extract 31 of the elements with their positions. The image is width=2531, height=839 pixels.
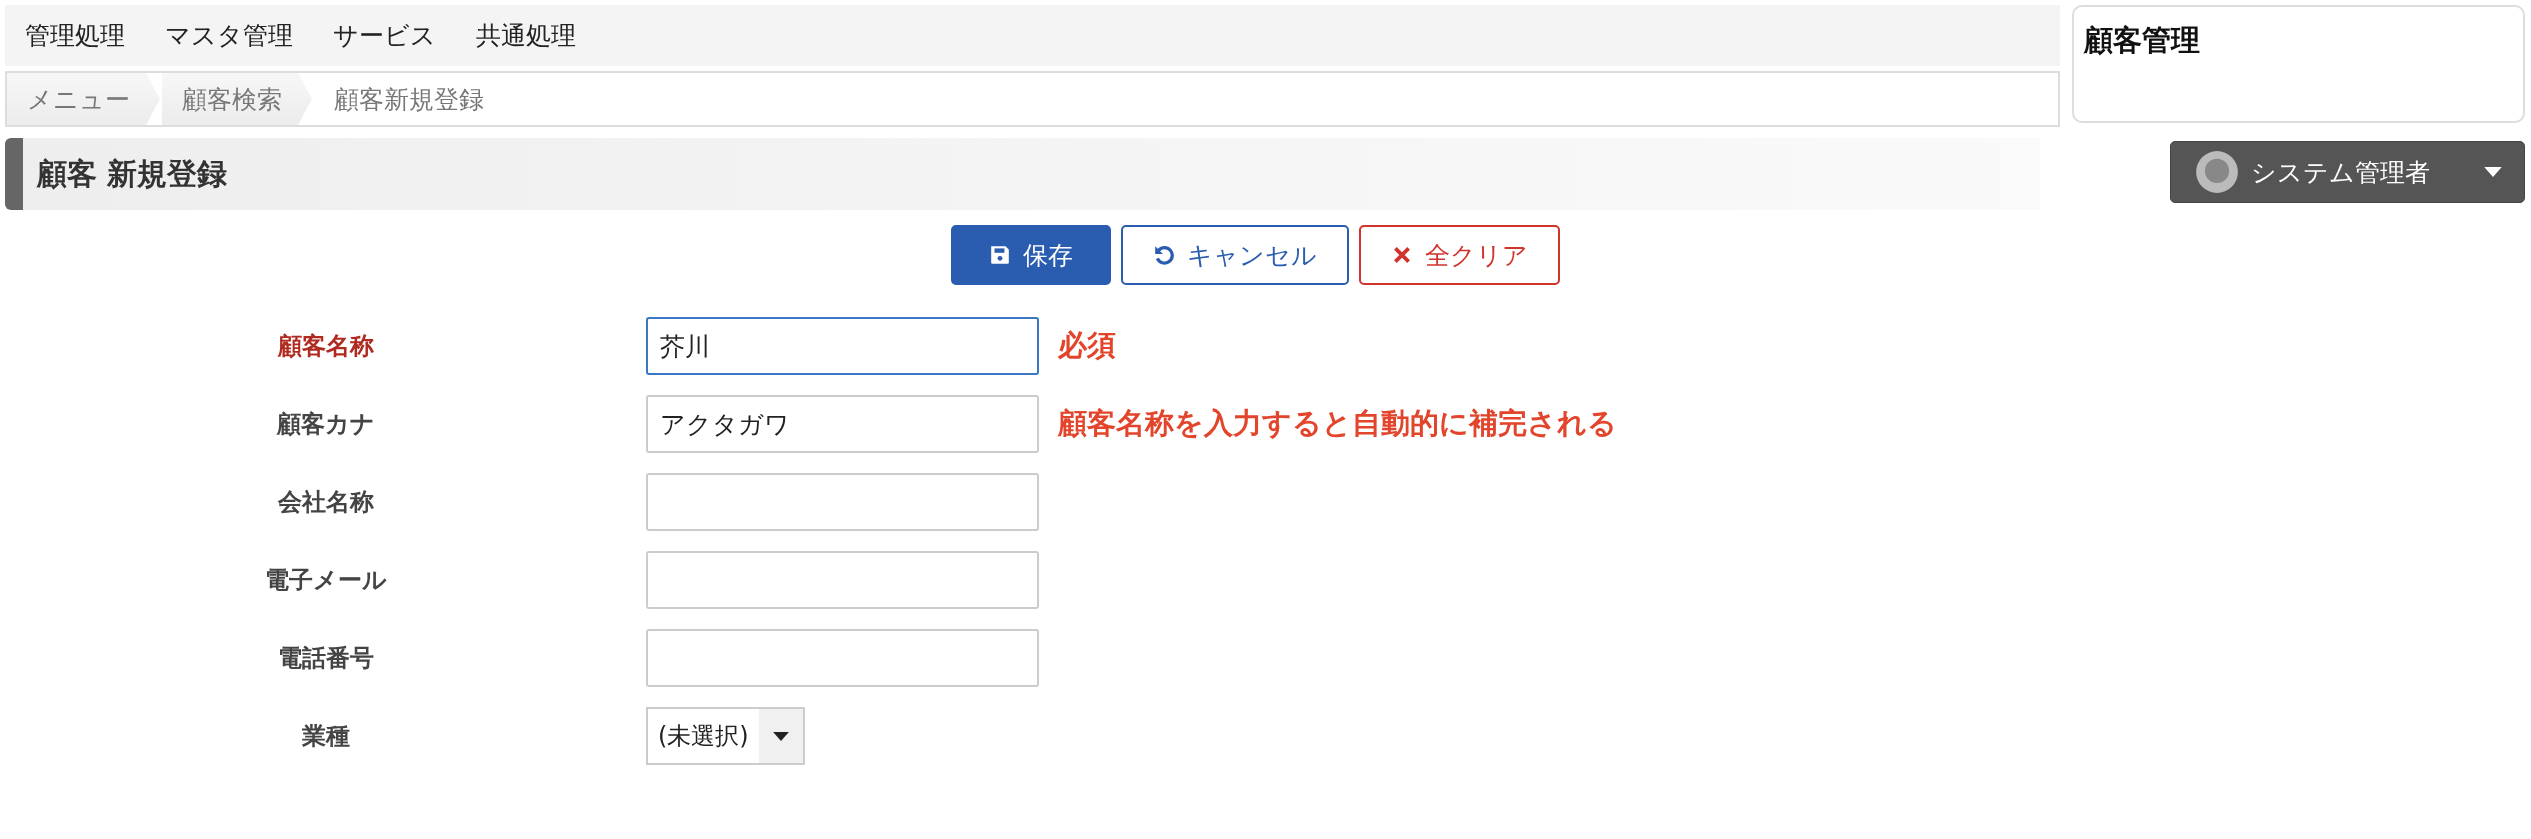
menu-item[interactable]: サービス <box>333 19 436 52</box>
user-menu-button[interactable]: システム管理者 <box>2170 141 2525 203</box>
menu-item[interactable]: 管理処理 <box>25 19 125 52</box>
hint-text: 顧客名称を入力すると自動的に補完される <box>1058 405 1618 442</box>
undo-icon <box>1152 244 1175 266</box>
panel-title: 顧客管理 <box>2084 23 2200 57</box>
field-label: 電子メール <box>263 565 388 596</box>
avatar-icon <box>2195 150 2239 194</box>
menu-item[interactable]: 共通処理 <box>476 19 576 52</box>
field-label: 顧客カナ <box>275 409 376 440</box>
breadcrumb-item[interactable]: 顧客検索 <box>162 73 312 125</box>
input-field[interactable]: アクタガワ <box>646 395 1039 453</box>
caret-icon <box>773 731 789 741</box>
cancel-button[interactable]: キャンセル <box>1120 225 1349 285</box>
save-button[interactable]: 保存 <box>950 225 1111 285</box>
field-label: 業種 <box>300 721 351 752</box>
field-label: 顧客名称 <box>276 331 375 362</box>
input-field[interactable] <box>646 473 1039 531</box>
page-title: 顧客 新規登録 <box>37 154 228 193</box>
input-field[interactable]: 芥川 <box>646 317 1039 375</box>
hint-text: 必須 <box>1058 327 1117 364</box>
breadcrumb-item: 顧客新規登録 <box>333 83 485 116</box>
clear-button[interactable]: 全クリア <box>1358 225 1560 285</box>
caret-icon <box>2484 167 2502 177</box>
breadcrumb-item[interactable]: メニュー <box>7 73 160 125</box>
field-label: 会社名称 <box>276 487 375 518</box>
dropdown-field[interactable]: (未選択) <box>646 707 805 765</box>
menu-item[interactable]: マスタ管理 <box>165 19 293 52</box>
input-field[interactable] <box>646 551 1039 609</box>
input-field[interactable] <box>646 629 1039 687</box>
field-label: 電話番号 <box>276 643 375 674</box>
